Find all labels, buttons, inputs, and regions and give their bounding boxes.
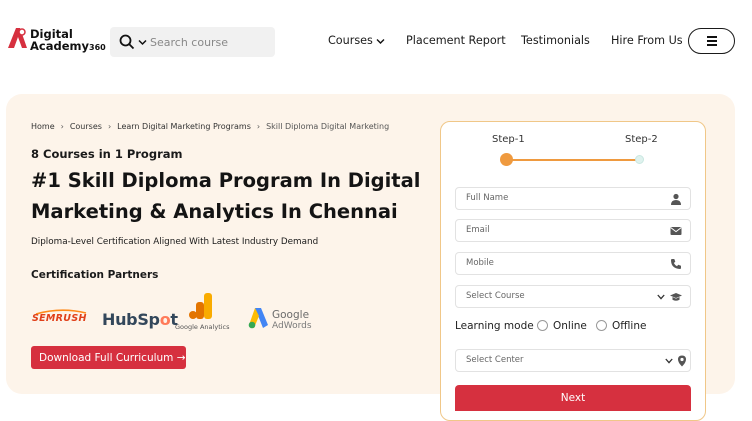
online-radio[interactable] xyxy=(537,320,548,331)
online-radio-label[interactable]: Online xyxy=(553,320,587,332)
program-subheading: 8 Courses in 1 Program xyxy=(31,147,183,161)
nav-courses[interactable]: Courses xyxy=(328,34,385,47)
logo-mark-icon xyxy=(8,28,27,48)
google-adwords-label: Google AdWords xyxy=(272,309,312,332)
full-name-placeholder: Full Name xyxy=(466,193,509,203)
user-icon xyxy=(671,193,681,205)
mobile-field[interactable]: Mobile xyxy=(455,252,691,275)
menu-icon xyxy=(707,36,717,38)
step-2-indicator xyxy=(635,155,644,164)
envelope-icon xyxy=(670,227,682,235)
step-1-indicator xyxy=(500,153,513,166)
phone-icon xyxy=(671,259,681,269)
next-button[interactable]: Next xyxy=(455,385,691,411)
chevron-right-icon: › xyxy=(107,122,112,131)
breadcrumb-programs[interactable]: Learn Digital Marketing Programs xyxy=(117,122,251,131)
site-header: Digital Academy360 Courses Placement Rep… xyxy=(0,0,752,84)
step-2-label: Step-2 xyxy=(625,134,658,145)
select-center-dropdown[interactable]: Select Center xyxy=(455,349,691,372)
graduation-cap-icon xyxy=(670,293,682,301)
chevron-down-icon xyxy=(657,294,665,300)
breadcrumb: Home › Courses › Learn Digital Marketing Pro… xyxy=(31,122,389,131)
select-center-placeholder: Select Center xyxy=(466,355,524,365)
search-box xyxy=(110,27,275,57)
chevron-down-icon xyxy=(665,358,673,364)
semrush-logo: SEMRUSH xyxy=(32,313,87,324)
offline-radio[interactable] xyxy=(596,320,607,331)
breadcrumb-courses[interactable]: Courses xyxy=(70,122,102,131)
email-placeholder: Email xyxy=(466,225,490,235)
select-course-placeholder: Select Course xyxy=(466,291,525,301)
full-name-field[interactable]: Full Name xyxy=(455,187,691,210)
search-icon[interactable] xyxy=(119,34,135,50)
partners-heading: Certification Partners xyxy=(31,269,159,281)
download-curriculum-button[interactable]: Download Full Curriculum → xyxy=(31,346,186,369)
select-course-dropdown[interactable]: Select Course xyxy=(455,285,691,308)
mobile-placeholder: Mobile xyxy=(466,258,494,268)
step-progress-line xyxy=(506,159,640,161)
step-1-label: Step-1 xyxy=(492,134,525,145)
chevron-down-icon xyxy=(376,38,385,44)
learning-mode-label: Learning mode xyxy=(455,320,534,332)
offline-radio-label[interactable]: Offline xyxy=(612,320,646,332)
chevron-down-icon[interactable] xyxy=(138,38,147,47)
chevron-right-icon: › xyxy=(60,122,64,131)
search-input[interactable] xyxy=(150,32,268,52)
email-field[interactable]: Email xyxy=(455,219,691,242)
google-analytics-icon xyxy=(189,293,212,319)
program-tagline: Diploma-Level Certification Aligned With… xyxy=(31,237,319,247)
breadcrumb-current: Skill Diploma Digital Marketing xyxy=(266,122,390,131)
hamburger-menu-button[interactable] xyxy=(688,28,735,54)
google-adwords-icon xyxy=(248,308,268,329)
page-title: #1 Skill Diploma Program In Digital Mark… xyxy=(31,169,421,223)
hubspot-logo: HubSpot xyxy=(102,310,178,329)
breadcrumb-home[interactable]: Home xyxy=(31,122,55,131)
nav-hire-from-us[interactable]: Hire From Us xyxy=(611,34,683,47)
chevron-right-icon: › xyxy=(256,122,261,131)
brand-name: Digital Academy360 xyxy=(30,27,106,53)
nav-testimonials[interactable]: Testimonials xyxy=(521,34,590,47)
google-analytics-label: Google Analytics xyxy=(175,323,230,331)
nav-placement-report[interactable]: Placement Report xyxy=(406,34,506,47)
brand-logo[interactable]: Digital Academy360 xyxy=(6,24,106,58)
map-pin-icon xyxy=(678,355,686,367)
